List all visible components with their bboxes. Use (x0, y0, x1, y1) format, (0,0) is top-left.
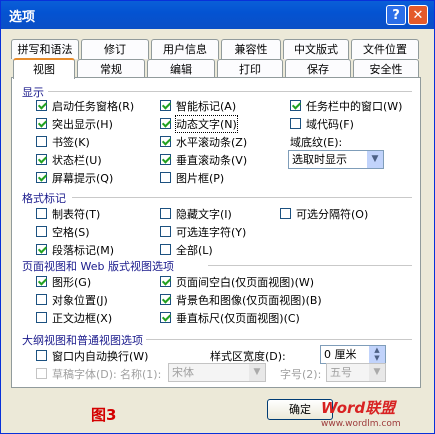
view-tab-panel: 显示 启动任务窗格(R) 智能标记(A) 任务栏中的窗口(W) 突出显示(H) … (11, 77, 421, 388)
divider (208, 265, 412, 266)
format-marks-section-title: 格式标记 (22, 192, 66, 205)
label-horizontal-scrollbar: 水平滚动条(Z) (176, 136, 248, 149)
label-windows-in-taskbar: 任务栏中的窗口(W) (306, 100, 403, 113)
label-smart-tags: 智能标记(A) (176, 100, 237, 113)
label-text-boundaries: 正文边框(X) (52, 312, 113, 325)
label-object-anchors: 对象位置(J) (52, 294, 108, 307)
tab-track-changes[interactable]: 修订 (81, 39, 149, 59)
checkbox-picture-placeholders[interactable] (160, 172, 171, 183)
field-shading-select[interactable]: 选取时显示 ▼ (288, 150, 384, 169)
checkbox-white-space-between-pages[interactable] (160, 276, 171, 287)
tab-user-info[interactable]: 用户信息 (151, 39, 219, 59)
checkbox-background-colors[interactable] (160, 294, 171, 305)
checkbox-vertical-ruler[interactable] (160, 312, 171, 323)
tab-security[interactable]: 安全性 (353, 59, 419, 79)
label-screen-tips: 屏幕提示(Q) (52, 172, 114, 185)
checkbox-spaces[interactable] (36, 226, 47, 237)
checkbox-tab-characters[interactable] (36, 208, 47, 219)
checkbox-text-boundaries[interactable] (36, 312, 47, 323)
checkbox-object-anchors[interactable] (36, 294, 47, 305)
checkbox-bookmarks[interactable] (36, 136, 47, 147)
label-draft-font: 草稿字体(D): (52, 368, 117, 381)
tab-general[interactable]: 常规 (77, 59, 145, 79)
label-picture-placeholders: 图片框(P) (176, 172, 225, 185)
checkbox-drawings[interactable] (36, 276, 47, 287)
chevron-down-icon[interactable]: ▼ (367, 151, 383, 168)
draft-font-size-value: 五号 (330, 366, 352, 379)
tab-compatibility[interactable]: 兼容性 (221, 39, 281, 59)
checkbox-optional-hyphens[interactable] (160, 226, 171, 237)
chevron-down-icon[interactable]: ▼ (369, 364, 385, 381)
checkbox-hidden-text[interactable] (160, 208, 171, 219)
label-field-codes: 域代码(F) (306, 118, 354, 131)
label-optional-hyphens: 可选连字符(Y) (176, 226, 247, 239)
checkbox-wrap-to-window[interactable] (36, 350, 47, 361)
label-status-bar: 状态栏(U) (52, 154, 102, 167)
checkbox-draft-font[interactable] (36, 368, 47, 379)
tab-view[interactable]: 视图 (13, 58, 75, 79)
checkbox-windows-in-taskbar[interactable] (290, 100, 301, 111)
label-spaces: 空格(S) (52, 226, 90, 239)
checkbox-startup-task-pane[interactable] (36, 100, 47, 111)
label-drawings: 图形(G) (52, 276, 92, 289)
checkbox-animated-text[interactable] (160, 118, 171, 129)
label-highlight: 突出显示(H) (52, 118, 113, 131)
tab-spelling-grammar[interactable]: 拼写和语法 (11, 39, 79, 59)
label-white-space-between-pages: 页面间空白(仅页面视图)(W) (176, 276, 315, 289)
label-wrap-to-window: 窗口内自动换行(W) (52, 350, 149, 363)
close-button[interactable]: ✕ (408, 5, 428, 25)
style-area-width-input[interactable]: 0 厘米 ▲ ▼ (320, 345, 386, 364)
checkbox-smart-tags[interactable] (160, 100, 171, 111)
watermark-brand: Word联盟 (321, 399, 396, 417)
label-paragraph-marks: 段落标记(M) (52, 244, 115, 257)
draft-font-name-label: 名称(1): (120, 368, 162, 381)
label-all-marks: 全部(L) (176, 244, 213, 257)
watermark-url: www.wordlm.com (321, 419, 401, 429)
draft-font-name-select[interactable]: 宋体 ▼ (168, 363, 266, 382)
checkbox-vertical-scrollbar[interactable] (160, 154, 171, 165)
field-shading-value: 选取时显示 (292, 153, 347, 166)
label-vertical-scrollbar: 垂直滚动条(V) (176, 154, 248, 167)
checkbox-paragraph-marks[interactable] (36, 244, 47, 255)
display-section-title: 显示 (22, 86, 44, 99)
label-vertical-ruler: 垂直标尺(仅页面视图)(C) (176, 312, 300, 325)
options-dialog: 选项 ? ✕ 拼写和语法 修订 用户信息 兼容性 中文版式 文件位置 视图 常规… (0, 0, 435, 434)
draft-font-size-select[interactable]: 五号 ▼ (326, 363, 386, 382)
checkbox-screen-tips[interactable] (36, 172, 47, 183)
draft-font-name-value: 宋体 (172, 366, 194, 379)
label-startup-task-pane: 启动任务窗格(R) (52, 100, 135, 113)
checkbox-horizontal-scrollbar[interactable] (160, 136, 171, 147)
label-animated-text: 动态文字(N) (175, 115, 238, 133)
chevron-down-icon[interactable]: ▼ (249, 364, 265, 381)
style-area-width-value: 0 厘米 (324, 348, 357, 361)
tab-file-locations[interactable]: 文件位置 (351, 39, 419, 59)
style-area-width-label: 样式区宽度(D): (210, 350, 286, 363)
label-optional-breaks: 可选分隔符(O) (296, 208, 369, 221)
checkbox-field-codes[interactable] (290, 118, 301, 129)
tab-save[interactable]: 保存 (285, 59, 351, 79)
checkbox-highlight[interactable] (36, 118, 47, 129)
divider (72, 197, 412, 198)
label-hidden-text: 隐藏文字(I) (176, 208, 232, 221)
checkbox-optional-breaks[interactable] (280, 208, 291, 219)
tab-asian-typography[interactable]: 中文版式 (283, 39, 349, 59)
draft-font-size-label: 字号(2): (280, 368, 322, 381)
title-bar: 选项 ? ✕ (1, 1, 434, 29)
outline-section-title: 大纲视图和普通视图选项 (22, 334, 143, 347)
label-background-colors: 背景色和图像(仅页面视图)(B) (176, 294, 322, 307)
checkbox-status-bar[interactable] (36, 154, 47, 165)
label-tab-characters: 制表符(T) (52, 208, 101, 221)
checkbox-all-marks[interactable] (160, 244, 171, 255)
layout-section-title: 页面视图和 Web 版式视图选项 (22, 260, 174, 273)
figure-caption: 图3 (91, 406, 117, 424)
label-bookmarks: 书签(K) (52, 136, 90, 149)
tab-print[interactable]: 打印 (217, 59, 283, 79)
field-shading-label: 域底纹(E): (290, 136, 343, 149)
spinner-arrows-icon[interactable]: ▲ ▼ (369, 346, 385, 363)
help-button[interactable]: ? (386, 5, 406, 25)
dialog-title: 选项 (9, 10, 36, 25)
divider (146, 339, 412, 340)
divider (48, 91, 412, 92)
tab-edit[interactable]: 编辑 (147, 59, 215, 79)
